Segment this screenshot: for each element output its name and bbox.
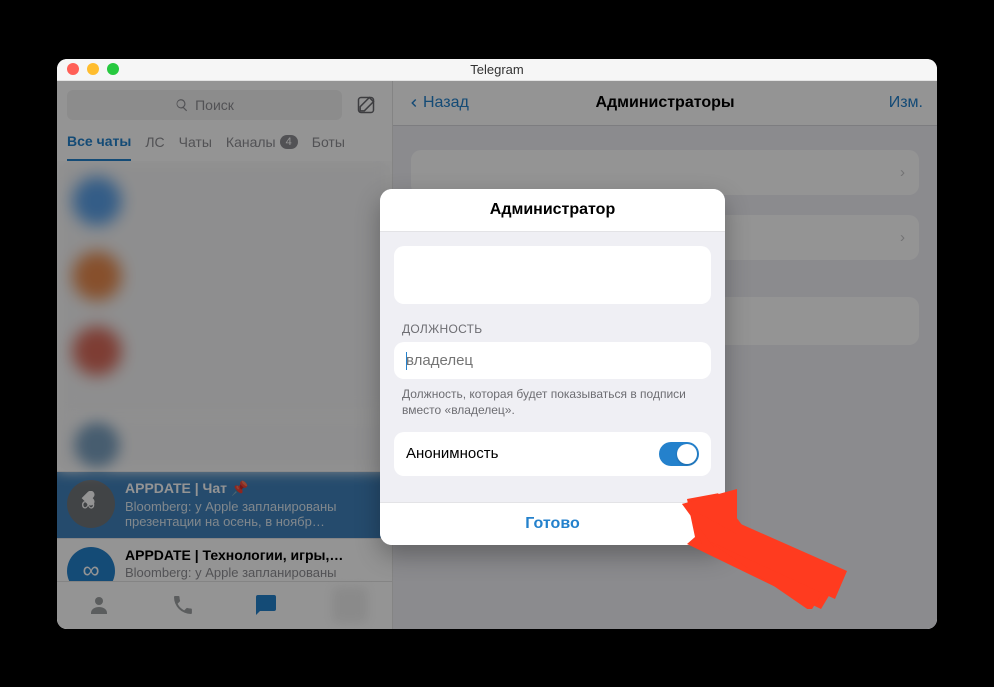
maximize-window-icon[interactable]	[107, 63, 119, 75]
role-input[interactable]	[394, 342, 711, 379]
role-help-text: Должность, которая будет показываться в …	[394, 379, 711, 418]
anonymity-row: Анонимность	[394, 432, 711, 476]
role-label: ДОЛЖНОСТЬ	[394, 322, 711, 342]
minimize-window-icon[interactable]	[87, 63, 99, 75]
annotation-arrow	[647, 489, 867, 609]
window-titlebar: Telegram	[57, 59, 937, 81]
window-title: Telegram	[57, 62, 937, 77]
anonymity-toggle[interactable]	[659, 442, 699, 466]
anonymity-label: Анонимность	[406, 445, 498, 462]
admin-user-card	[394, 246, 711, 304]
text-caret	[406, 352, 407, 370]
close-window-icon[interactable]	[67, 63, 79, 75]
modal-title: Администратор	[380, 189, 725, 232]
